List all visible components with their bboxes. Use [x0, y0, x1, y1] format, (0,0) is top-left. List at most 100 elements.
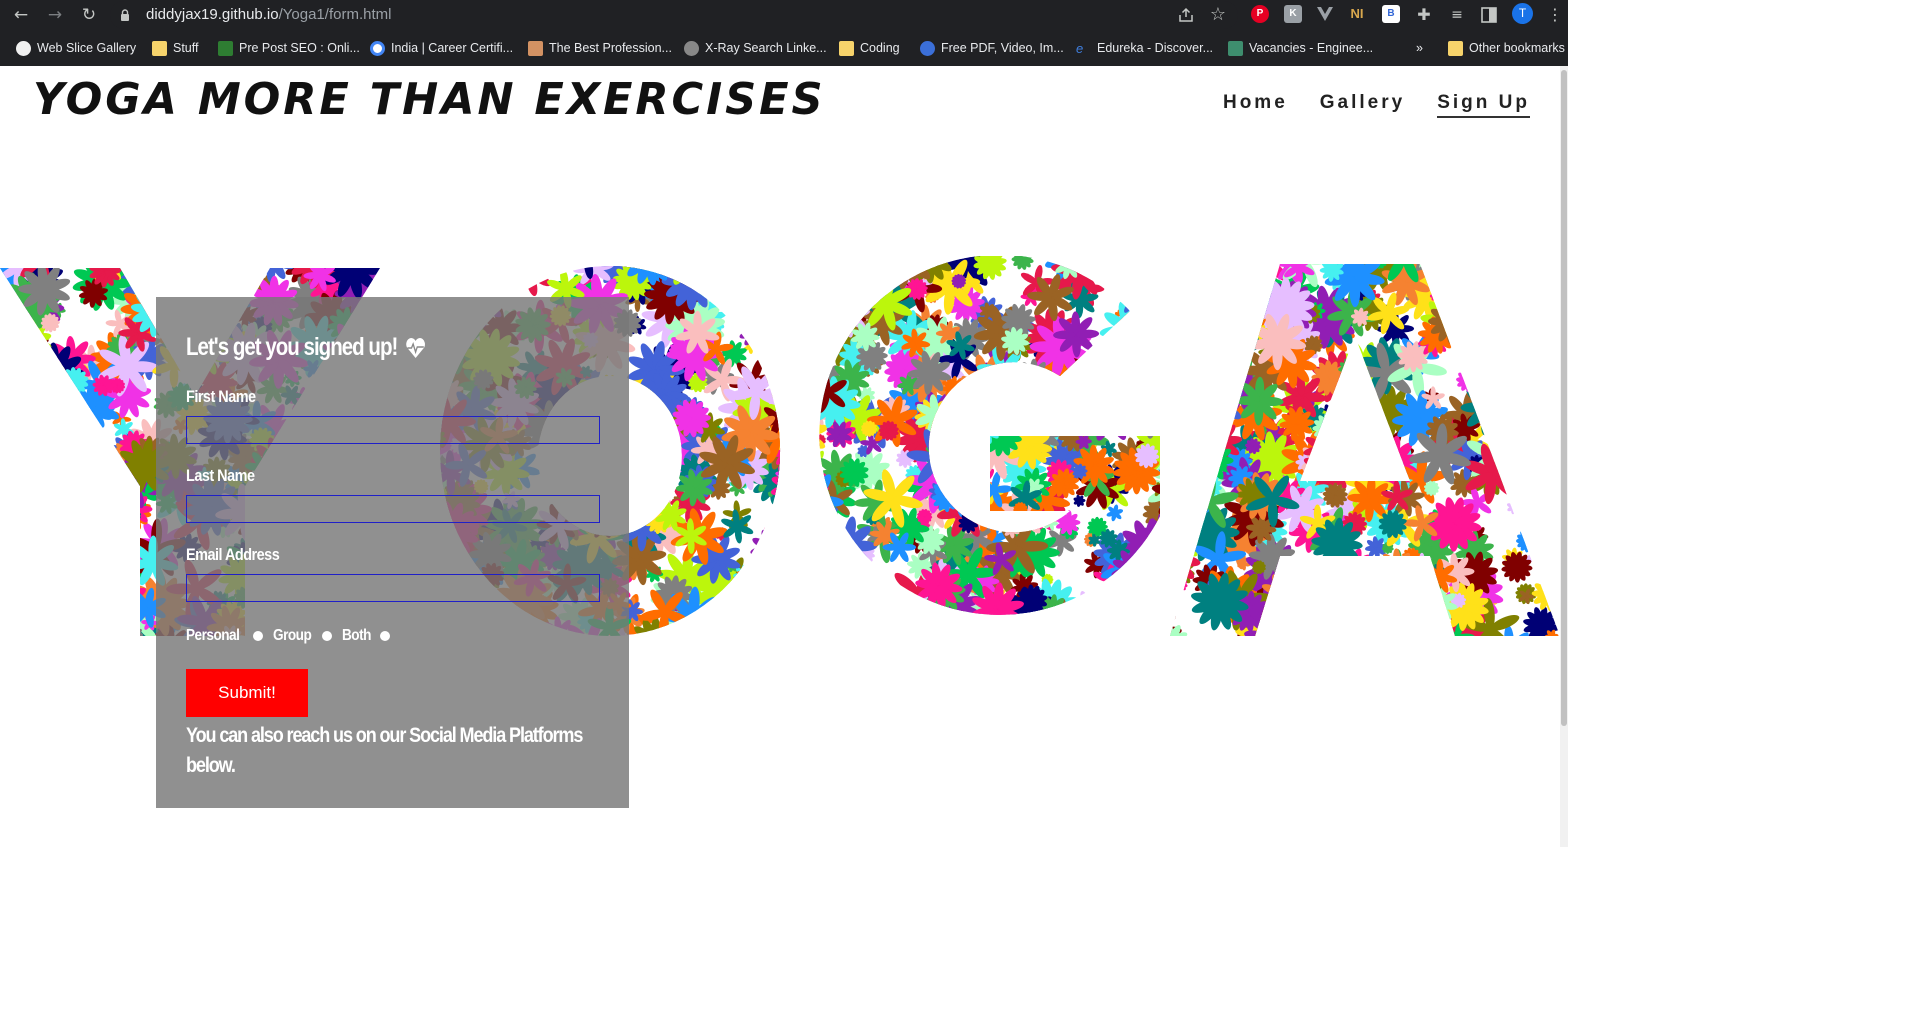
nav-home-link[interactable]: Home: [1223, 92, 1288, 118]
reading-list-icon[interactable]: ≡: [1446, 4, 1468, 26]
flower: [932, 624, 955, 636]
flower: [1151, 622, 1188, 636]
flower: [1532, 281, 1560, 312]
flower: [1064, 622, 1107, 636]
menu-kebab-icon[interactable]: ⋮: [1544, 4, 1566, 26]
bookmark-item[interactable]: The Best Profession...: [528, 39, 672, 57]
flower: [1072, 615, 1122, 636]
profile-avatar[interactable]: T: [1512, 3, 1533, 24]
bookmark-item[interactable]: Web Slice Gallery: [16, 39, 136, 57]
ni-extension-icon[interactable]: NI: [1348, 5, 1366, 23]
flower: [64, 587, 87, 609]
flower: [1182, 256, 1238, 307]
bookmark-item[interactable]: e Edureka - Discover...: [1076, 39, 1213, 57]
option-group-radio[interactable]: [321, 631, 332, 641]
bookmark-item[interactable]: India | Career Certifi...: [370, 39, 513, 57]
bookmark-label: Vacancies - Enginee...: [1249, 41, 1374, 55]
forward-icon[interactable]: →: [44, 4, 66, 26]
flower: [90, 575, 128, 613]
flower: [43, 412, 66, 436]
flower: [1143, 378, 1202, 440]
flower: [1099, 301, 1159, 360]
last-name-input[interactable]: [186, 495, 600, 523]
flower: [1389, 616, 1402, 630]
flower: [1449, 283, 1476, 313]
bookmarks-overflow-button[interactable]: »: [1416, 39, 1423, 57]
flower: [782, 339, 797, 354]
b-extension-icon[interactable]: B: [1382, 5, 1400, 23]
flower: [1322, 588, 1339, 605]
flower: [779, 269, 832, 321]
flower: [783, 272, 825, 314]
flower: [1521, 380, 1542, 401]
email-input[interactable]: [186, 574, 600, 602]
reload-icon[interactable]: ↻: [78, 4, 100, 26]
flower: [5, 411, 19, 424]
side-panel-icon[interactable]: [1480, 6, 1498, 24]
email-label: Email Address: [186, 545, 280, 564]
bookmark-item[interactable]: X-Ray Search Linke...: [684, 39, 827, 57]
scrollbar-thumb[interactable]: [1561, 70, 1567, 726]
flower: [5, 430, 30, 454]
flower: [743, 626, 776, 636]
flower: [781, 611, 836, 636]
flower: [889, 630, 908, 636]
option-both-radio[interactable]: [379, 631, 390, 641]
nav-signup-link[interactable]: Sign Up: [1437, 92, 1530, 118]
flower: [1166, 496, 1190, 520]
flower: [1282, 592, 1316, 626]
flower: [1082, 360, 1140, 412]
bookmark-item[interactable]: Stuff: [152, 39, 198, 57]
flower: [0, 440, 13, 465]
browser-chrome: ← → ↻ diddyjax19.github.io/Yoga1/form.ht…: [0, 0, 1568, 66]
bookmark-item[interactable]: Pre Post SEO : Onli...: [218, 39, 360, 57]
vuejs-extension-icon[interactable]: [1316, 6, 1334, 22]
pinterest-extension-icon[interactable]: P: [1251, 5, 1269, 23]
bookmarks-bar: Web Slice Gallery Stuff Pre Post SEO : O…: [0, 34, 1568, 62]
share-icon[interactable]: [1177, 6, 1195, 24]
flower: [1119, 579, 1162, 622]
flower: [40, 634, 82, 656]
flower: [9, 348, 25, 364]
flower: [1124, 619, 1157, 636]
extension-k-icon[interactable]: K: [1284, 5, 1302, 23]
flower: [1344, 418, 1372, 448]
flower: [1135, 347, 1153, 365]
flower: [1519, 324, 1546, 350]
bookmark-label: Web Slice Gallery: [37, 41, 137, 55]
flower: [0, 321, 33, 367]
flower: [13, 494, 55, 536]
page-scrollbar[interactable]: [1560, 66, 1568, 847]
submit-button[interactable]: Submit!: [186, 669, 308, 717]
flower: [1187, 291, 1238, 342]
bookmark-item[interactable]: Vacancies - Enginee...: [1228, 39, 1373, 57]
flower: [6, 456, 53, 504]
flower: [21, 438, 72, 487]
option-group-label: Group: [272, 627, 312, 644]
back-icon[interactable]: ←: [10, 4, 32, 26]
flower: [732, 262, 756, 286]
bookmark-item[interactable]: Free PDF, Video, Im...: [920, 39, 1064, 57]
bookmark-item[interactable]: Coding: [839, 39, 900, 57]
flower: [1128, 315, 1182, 374]
flower: [49, 541, 97, 589]
address-bar[interactable]: diddyjax19.github.io/Yoga1/form.html: [110, 1, 1238, 29]
flower: [996, 420, 1010, 434]
flower: [408, 256, 462, 288]
flower: [1106, 259, 1125, 278]
nav-gallery-link[interactable]: Gallery: [1320, 92, 1405, 118]
session-type-options: Personal Group Both: [186, 627, 396, 645]
flower: [770, 624, 794, 636]
flower: [681, 627, 718, 636]
site-title: YOGA MORE THAN EXERCISES: [33, 74, 826, 125]
extensions-puzzle-icon[interactable]: ✚: [1413, 4, 1435, 26]
flower: [1189, 256, 1247, 302]
bookmark-star-icon[interactable]: ☆: [1207, 4, 1229, 26]
other-bookmarks[interactable]: Other bookmarks: [1448, 39, 1565, 57]
first-name-input[interactable]: [186, 416, 600, 444]
flower: [56, 464, 111, 517]
flower: [22, 620, 66, 636]
flower: [60, 256, 77, 266]
flower: [50, 599, 103, 636]
option-personal-radio[interactable]: [252, 631, 263, 641]
